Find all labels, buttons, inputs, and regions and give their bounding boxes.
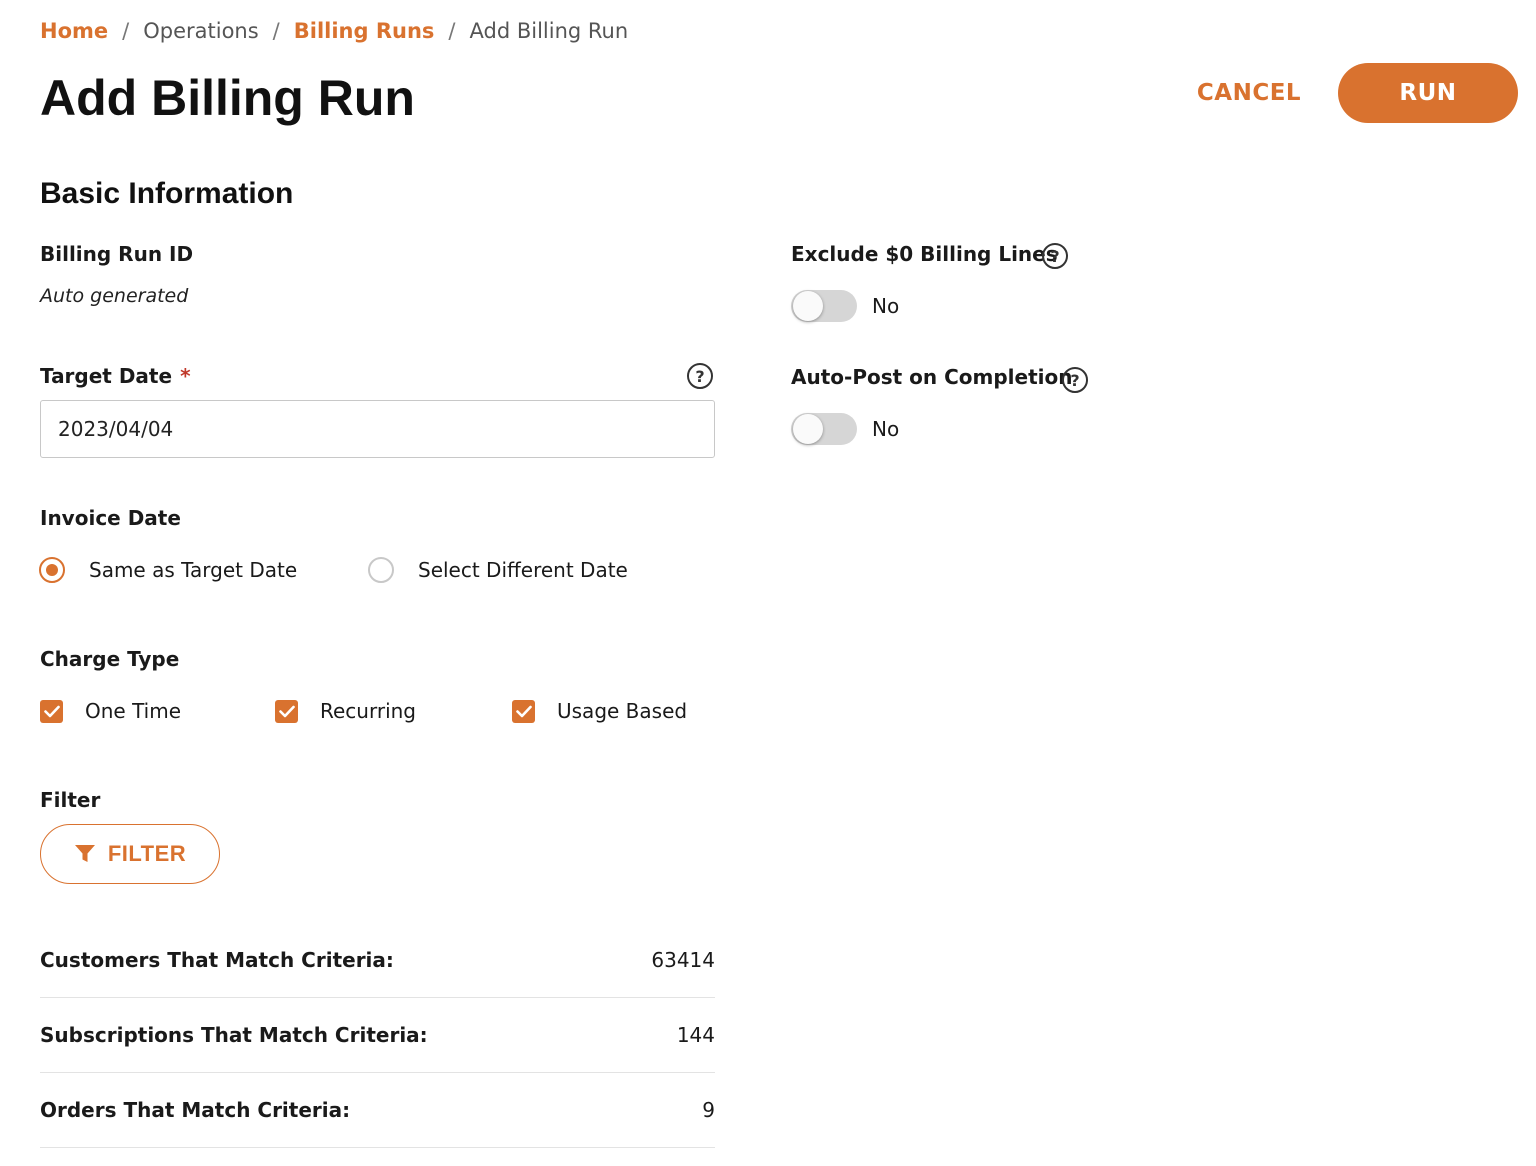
- breadcrumb: Home / Operations / Billing Runs / Add B…: [40, 14, 628, 48]
- auto-post-toggle-row: No: [791, 411, 899, 447]
- breadcrumb-separator: /: [272, 19, 280, 43]
- filter-button[interactable]: FILTER: [40, 824, 220, 884]
- breadcrumb-separator: /: [448, 19, 456, 43]
- billing-run-id-label: Billing Run ID: [40, 242, 194, 266]
- breadcrumb-current: Add Billing Run: [469, 19, 629, 43]
- checkbox-usage-based[interactable]: [512, 699, 535, 723]
- check-icon: [43, 705, 60, 717]
- filter-button-label: FILTER: [107, 841, 187, 866]
- criteria-row-subscriptions: Subscriptions That Match Criteria: 144: [40, 998, 715, 1073]
- invoice-date-option-different[interactable]: Select Different Date: [368, 555, 628, 585]
- checkbox-label: One Time: [85, 699, 182, 723]
- run-button[interactable]: RUN: [1338, 63, 1518, 123]
- breadcrumb-operations: Operations: [143, 19, 259, 43]
- exclude-zero-toggle-row: No: [791, 288, 899, 324]
- checkbox-recurring[interactable]: [275, 699, 298, 723]
- criteria-row-orders: Orders That Match Criteria: 9: [40, 1073, 715, 1148]
- charge-type-option-recurring[interactable]: Recurring: [275, 696, 416, 726]
- radio-select-different-date[interactable]: [368, 557, 394, 583]
- target-date-label: Target Date *: [40, 362, 191, 390]
- required-asterisk: *: [180, 364, 191, 388]
- target-date-label-text: Target Date: [40, 364, 173, 388]
- auto-post-help-icon[interactable]: ?: [1062, 367, 1088, 393]
- stat-value: 144: [676, 1023, 715, 1047]
- breadcrumb-billing-runs-link[interactable]: Billing Runs: [294, 19, 435, 43]
- filter-label: Filter: [40, 788, 101, 812]
- charge-type-option-one-time[interactable]: One Time: [40, 696, 181, 726]
- stat-label: Orders That Match Criteria:: [40, 1098, 351, 1122]
- toggle-state-label: No: [872, 417, 900, 441]
- stat-label: Subscriptions That Match Criteria:: [40, 1023, 428, 1047]
- section-title: Basic Information: [40, 177, 294, 210]
- target-date-input[interactable]: [40, 400, 715, 458]
- page-title: Add Billing Run: [40, 70, 415, 126]
- invoice-date-label: Invoice Date: [40, 506, 181, 530]
- auto-post-label: Auto-Post on Completion: [791, 365, 1073, 389]
- exclude-zero-label: Exclude $0 Billing Lines: [791, 242, 1058, 266]
- exclude-zero-help-icon[interactable]: ?: [1042, 243, 1068, 269]
- target-date-help-icon[interactable]: ?: [687, 363, 713, 389]
- radio-label: Select Different Date: [418, 558, 628, 582]
- auto-post-toggle[interactable]: [791, 412, 857, 446]
- check-icon: [278, 705, 295, 717]
- checkbox-label: Usage Based: [557, 699, 688, 723]
- exclude-zero-toggle[interactable]: [791, 289, 857, 323]
- charge-type-label: Charge Type: [40, 647, 180, 671]
- invoice-date-option-same[interactable]: Same as Target Date: [39, 555, 297, 585]
- funnel-icon: [74, 845, 95, 862]
- radio-same-as-target-date[interactable]: [39, 557, 65, 583]
- check-icon: [515, 705, 532, 717]
- checkbox-one-time[interactable]: [40, 699, 63, 723]
- breadcrumb-separator: /: [122, 19, 130, 43]
- billing-run-id-value: Auto generated: [40, 285, 189, 307]
- stat-value: 9: [702, 1098, 715, 1122]
- charge-type-option-usage-based[interactable]: Usage Based: [512, 696, 687, 726]
- toggle-state-label: No: [872, 294, 900, 318]
- stat-label: Customers That Match Criteria:: [40, 948, 394, 972]
- cancel-button[interactable]: CANCEL: [1170, 63, 1328, 123]
- radio-label: Same as Target Date: [89, 558, 298, 582]
- breadcrumb-home-link[interactable]: Home: [40, 19, 108, 43]
- checkbox-label: Recurring: [320, 699, 416, 723]
- criteria-row-customers: Customers That Match Criteria: 63414: [40, 923, 715, 998]
- stat-value: 63414: [651, 948, 715, 972]
